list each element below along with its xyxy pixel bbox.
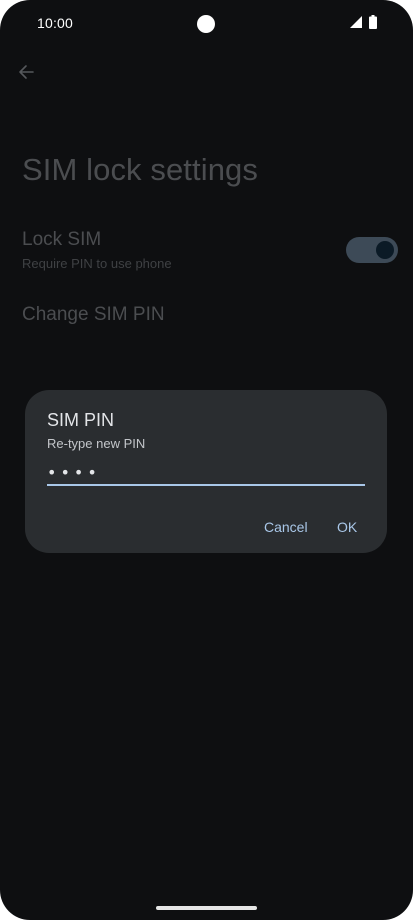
lock-sim-title: Lock SIM	[22, 229, 102, 250]
lock-sim-subtitle: Require PIN to use phone	[22, 256, 172, 271]
lock-sim-setting[interactable]: Lock SIM Require PIN to use phone	[0, 222, 413, 280]
page-title: SIM lock settings	[22, 152, 259, 187]
arrow-back-icon	[19, 65, 34, 79]
pin-input[interactable]	[47, 460, 365, 486]
dialog-message: Re-type new PIN	[47, 436, 146, 451]
navigation-handle[interactable]	[156, 906, 257, 910]
status-time: 10:00	[37, 15, 74, 31]
lock-sim-toggle[interactable]	[346, 237, 398, 263]
toggle-knob	[376, 241, 394, 259]
status-bar: 10:00	[0, 0, 413, 46]
camera-cutout	[197, 15, 215, 33]
signal-icon	[350, 16, 362, 28]
change-sim-pin-setting[interactable]: Change SIM PIN	[22, 304, 165, 326]
battery-icon	[369, 15, 377, 29]
ok-button[interactable]: OK	[331, 515, 363, 539]
sim-pin-dialog: SIM PIN Re-type new PIN Cancel OK	[25, 390, 387, 553]
phone-screen: 10:00 SIM lock settings Lock SIM Require…	[0, 0, 413, 920]
cancel-button[interactable]: Cancel	[258, 515, 314, 539]
back-button[interactable]	[14, 60, 38, 84]
dialog-title: SIM PIN	[47, 410, 115, 430]
